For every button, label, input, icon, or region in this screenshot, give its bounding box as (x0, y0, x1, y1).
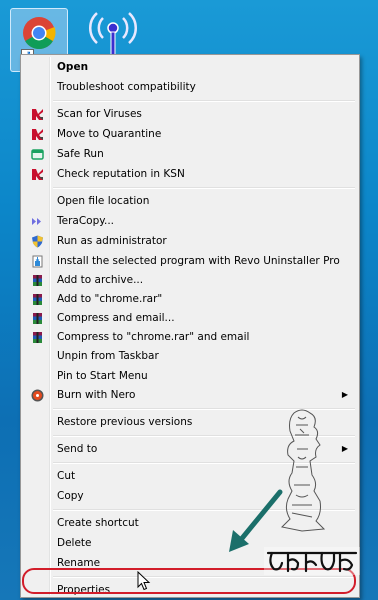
menu-label: Troubleshoot compatibility (57, 81, 196, 93)
menu-label: Burn with Nero (57, 389, 136, 401)
menu-item-revo[interactable]: Install the selected program with Revo U… (23, 251, 356, 271)
menu-label: Open file location (57, 195, 150, 207)
menu-label: Add to "chrome.rar" (57, 293, 163, 305)
wifi-icon[interactable] (88, 10, 138, 56)
menu-label: Restore previous versions (57, 416, 193, 428)
menu-item-quarantine[interactable]: Move to Quarantine (23, 124, 356, 144)
winrar-icon (33, 313, 42, 324)
menu-item-run-admin[interactable]: Run as administrator (23, 231, 356, 251)
menu-label: Unpin from Taskbar (57, 350, 159, 362)
menu-label: Install the selected program with Revo U… (57, 255, 340, 267)
safe-run-icon (31, 149, 44, 160)
menu-label: Move to Quarantine (57, 128, 162, 140)
menu-item-burn-nero[interactable]: Burn with Nero ▶ (23, 385, 356, 405)
menu-item-open-location[interactable]: Open file location (23, 191, 356, 211)
menu-item-add-rar[interactable]: Add to "chrome.rar" (23, 289, 356, 309)
winrar-icon (33, 294, 42, 305)
winrar-icon (33, 332, 42, 343)
menu-item-check-reputation[interactable]: Check reputation in KSN (23, 164, 356, 184)
menu-item-open[interactable]: Open (23, 57, 356, 77)
nero-disc-icon (31, 389, 44, 402)
menu-item-safe-run[interactable]: Safe Run (23, 144, 356, 164)
menu-label: Send to (57, 443, 98, 455)
menu-separator (53, 187, 355, 188)
menu-label: Delete (57, 537, 92, 549)
kaspersky-icon (32, 129, 43, 140)
menu-label: Cut (57, 470, 76, 482)
menu-item-scan[interactable]: Scan for Viruses (23, 104, 356, 124)
menu-label: Add to archive... (57, 274, 144, 286)
menu-item-pin-start[interactable]: Pin to Start Menu (23, 366, 356, 386)
menu-label: TeraCopy... (57, 215, 114, 227)
uac-shield-icon (32, 235, 43, 248)
menu-item-troubleshoot[interactable]: Troubleshoot compatibility (23, 77, 356, 97)
menu-item-teracopy[interactable]: TeraCopy... (23, 211, 356, 231)
revo-installer-icon (32, 255, 43, 268)
menu-label: Compress to "chrome.rar" and email (57, 331, 250, 343)
menu-item-unpin-taskbar[interactable]: Unpin from Taskbar (23, 346, 356, 366)
submenu-arrow-icon: ▶ (341, 390, 348, 399)
menu-label: Scan for Viruses (57, 108, 142, 120)
menu-label: Run as administrator (57, 235, 167, 247)
menu-label: Copy (57, 490, 84, 502)
menu-label: Create shortcut (57, 517, 139, 529)
menu-label: Open (57, 61, 89, 73)
menu-label: Compress and email... (57, 312, 175, 324)
mouse-cursor-icon (137, 571, 151, 591)
menu-item-compress-email[interactable]: Compress and email... (23, 308, 356, 328)
winrar-icon (33, 275, 42, 286)
kaspersky-icon (32, 169, 43, 180)
menu-label: Safe Run (57, 148, 104, 160)
menu-item-add-archive[interactable]: Add to archive... (23, 270, 356, 290)
teracopy-icon (32, 218, 41, 225)
chrome-icon (23, 17, 56, 50)
kaspersky-icon (32, 109, 43, 120)
menu-item-compress-rar-email[interactable]: Compress to "chrome.rar" and email (23, 327, 356, 347)
menu-label: Pin to Start Menu (57, 370, 148, 382)
menu-label: Check reputation in KSN (57, 168, 185, 180)
menu-separator (53, 100, 355, 101)
watermark-logo (264, 409, 360, 575)
